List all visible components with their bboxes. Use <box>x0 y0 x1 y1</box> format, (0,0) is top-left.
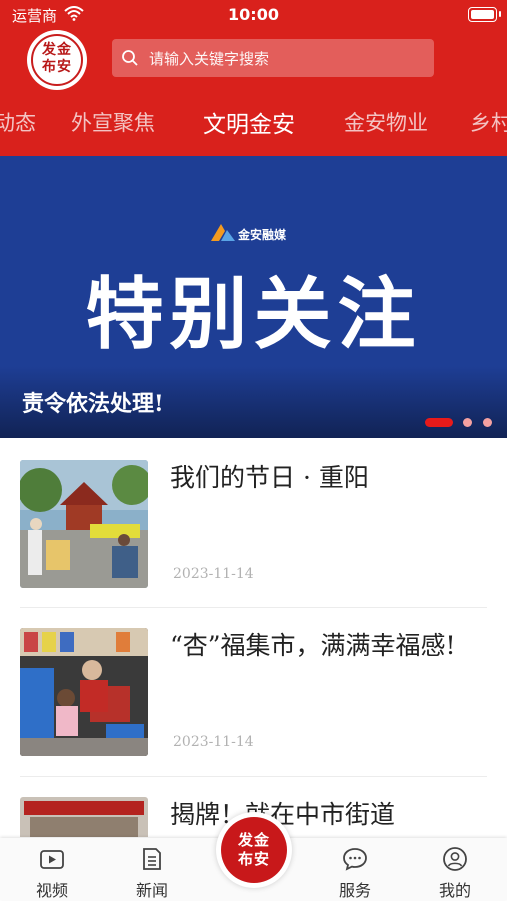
news-thumbnail <box>20 460 148 588</box>
status-bar: 运营商 10:00 <box>0 0 507 30</box>
tabbar-service[interactable]: 服务 <box>315 838 395 900</box>
carousel-dots <box>425 418 497 428</box>
app-logo[interactable]: 发金 布安 <box>27 30 87 90</box>
news-title: “杏”福集市，满满幸福感! <box>170 631 456 660</box>
tabbar-video-label: 视频 <box>35 881 68 900</box>
status-time: 10:00 <box>228 5 279 24</box>
carousel-dot[interactable] <box>483 418 492 427</box>
tab-xiangcun[interactable]: 乡村 <box>470 107 507 137</box>
tabbar-center-publish-button[interactable]: 发金 布安 <box>216 812 292 888</box>
banner-headline: 特别关注 <box>85 270 422 360</box>
tabbar-service-label: 服务 <box>338 881 371 900</box>
tabbar-news-label: 新闻 <box>135 881 168 900</box>
brand-logo-icon <box>211 224 235 241</box>
logo-text-line2: 布安 <box>42 59 72 75</box>
channel-tabs: 动态 外宣聚焦 文明金安 金安物业 乡村 <box>0 100 507 146</box>
news-item[interactable]: “杏”福集市，满满幸福感! 2023-11-14 <box>20 628 487 758</box>
carousel-dot-active[interactable] <box>425 418 453 427</box>
tab-jinan-wuye[interactable]: 金安物业 <box>344 107 428 137</box>
tabbar-video[interactable]: 视频 <box>12 838 92 900</box>
tabbar-mine-label: 我的 <box>438 881 471 900</box>
news-title: 我们的节日 · 重阳 <box>170 463 369 492</box>
app-header: 运营商 10:00 发金 布安 请输入关键字搜索 动态 外宣聚焦 文明金安 金安… <box>0 0 507 156</box>
banner-brand-text: 金安融媒 <box>238 228 287 242</box>
chat-icon <box>343 848 367 871</box>
news-title: 揭牌！就在中市街道 <box>170 800 396 829</box>
center-button-text-line1: 发金 <box>237 831 270 849</box>
tab-dongtai[interactable]: 动态 <box>0 107 36 137</box>
user-icon <box>443 847 467 871</box>
news-thumbnail <box>20 628 148 756</box>
carousel-dot[interactable] <box>463 418 472 427</box>
banner-carousel[interactable]: 金安融媒 特别关注 责令依法处理! <box>0 156 507 438</box>
battery-icon <box>468 7 501 22</box>
tab-wenming-jinan[interactable]: 文明金安 <box>203 105 295 139</box>
news-thumbnail <box>20 797 148 837</box>
news-date: 2023-11-14 <box>173 566 254 582</box>
list-divider <box>20 776 487 777</box>
search-placeholder: 请输入关键字搜索 <box>149 50 270 68</box>
list-divider <box>20 607 487 608</box>
news-date: 2023-11-14 <box>173 734 254 750</box>
banner-caption: 责令依法处理! <box>22 391 164 417</box>
tab-waixuan-jujiao[interactable]: 外宣聚焦 <box>71 107 155 137</box>
video-icon <box>40 850 64 869</box>
news-icon <box>143 848 161 870</box>
tabbar-mine[interactable]: 我的 <box>415 838 495 900</box>
search-input[interactable]: 请输入关键字搜索 <box>112 39 434 77</box>
news-item[interactable]: 我们的节日 · 重阳 2023-11-14 <box>20 460 487 590</box>
search-icon <box>122 50 138 66</box>
tabbar-news[interactable]: 新闻 <box>112 838 192 900</box>
center-button-text-line2: 布安 <box>237 850 270 868</box>
logo-text-line1: 发金 <box>42 42 72 58</box>
